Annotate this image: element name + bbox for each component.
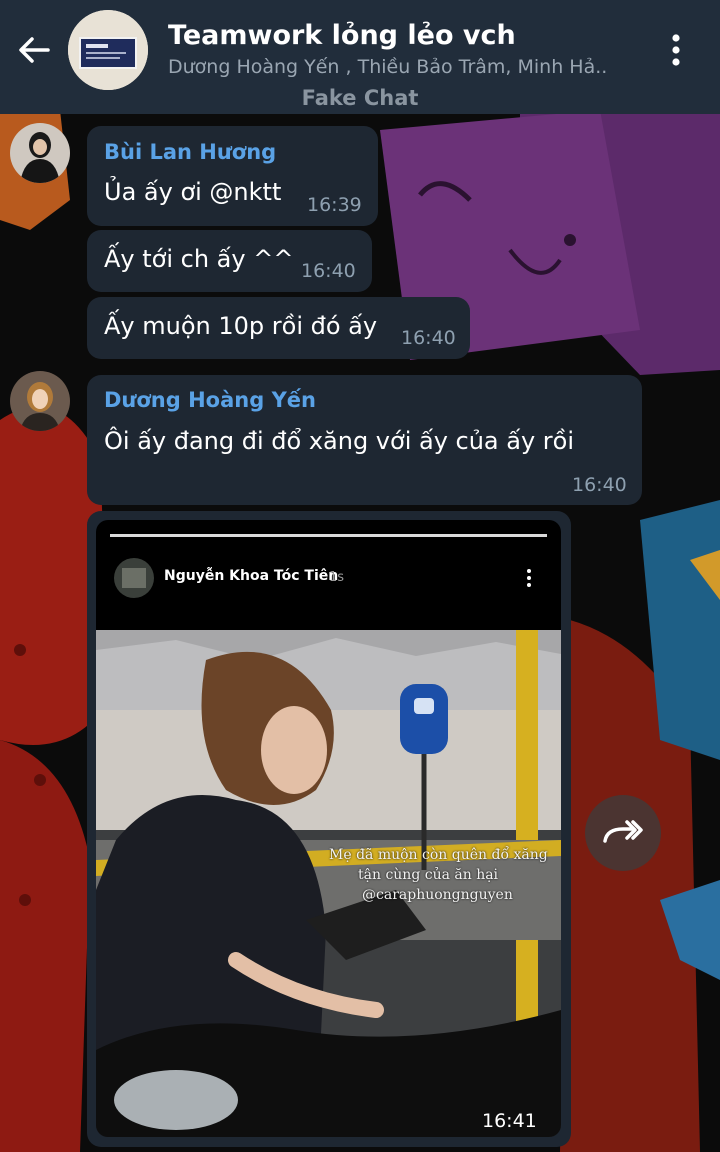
- story-author-avatar: [114, 558, 154, 598]
- message-text: Ấy muộn 10p rồi đó ấy: [104, 312, 378, 340]
- story-screenshot[interactable]: Nguyễn Khoa Tóc Tiên 1s Mẹ đã muộn còn q…: [96, 520, 561, 1137]
- message-time: 16:40: [401, 327, 456, 349]
- profile-photo: [10, 371, 70, 431]
- story-photo: [96, 630, 561, 1137]
- story-caption: Mẹ đã muộn còn quên đổ xăng: [329, 847, 548, 863]
- more-vertical-icon[interactable]: [664, 30, 688, 70]
- story-age: 1s: [329, 570, 345, 585]
- message-time: 16:39: [307, 194, 362, 216]
- chat-subtitle: Fake Chat: [301, 86, 419, 110]
- message-bubble[interactable]: Ấy tới ch ấy ^^ 16:40: [87, 230, 372, 292]
- message-bubble[interactable]: Ấy muộn 10p rồi đó ấy 16:40: [87, 297, 470, 359]
- message-text: Ấy tới ch ấy ^^: [104, 245, 294, 273]
- sender-name[interactable]: Bùi Lan Hương: [104, 140, 276, 164]
- story-caption: tận cùng của ăn hại: [358, 867, 499, 883]
- story-more-icon: [527, 569, 531, 587]
- street-sign-image: [68, 10, 148, 90]
- message-bubble[interactable]: Bùi Lan Hương Ủa ấy ơi @nktt 16:39: [87, 126, 378, 226]
- forward-button[interactable]: [585, 795, 661, 871]
- message-text: Ôi ấy đang đi đổ xăng với ấy của ấy rồi: [104, 427, 575, 455]
- avatar[interactable]: [10, 371, 70, 431]
- avatar[interactable]: [10, 123, 70, 183]
- message-bubble[interactable]: Dương Hoàng Yến Ôi ấy đang đi đổ xăng vớ…: [87, 375, 642, 505]
- story-caption-handle: @caraphuongnguyen: [362, 887, 513, 903]
- message-time: 16:41: [482, 1110, 537, 1132]
- story-author: Nguyễn Khoa Tóc Tiên: [164, 568, 339, 584]
- story-progress-bar: [110, 534, 547, 537]
- chat-header: Teamwork lỏng lẻo vch Dương Hoàng Yến , …: [0, 0, 720, 114]
- message-text: Ủa ấy ơi @nktt: [104, 178, 282, 206]
- sender-name[interactable]: Dương Hoàng Yến: [104, 388, 316, 412]
- chat-title[interactable]: Teamwork lỏng lẻo vch: [168, 20, 516, 51]
- message-time: 16:40: [301, 260, 356, 282]
- profile-photo: [10, 123, 70, 183]
- forward-icon: [603, 820, 643, 843]
- member-list[interactable]: Dương Hoàng Yến , Thiều Bảo Trâm, Minh H…: [168, 56, 607, 78]
- group-avatar[interactable]: [68, 10, 148, 90]
- message-time: 16:40: [572, 474, 627, 496]
- arrow-left-icon[interactable]: [14, 30, 54, 70]
